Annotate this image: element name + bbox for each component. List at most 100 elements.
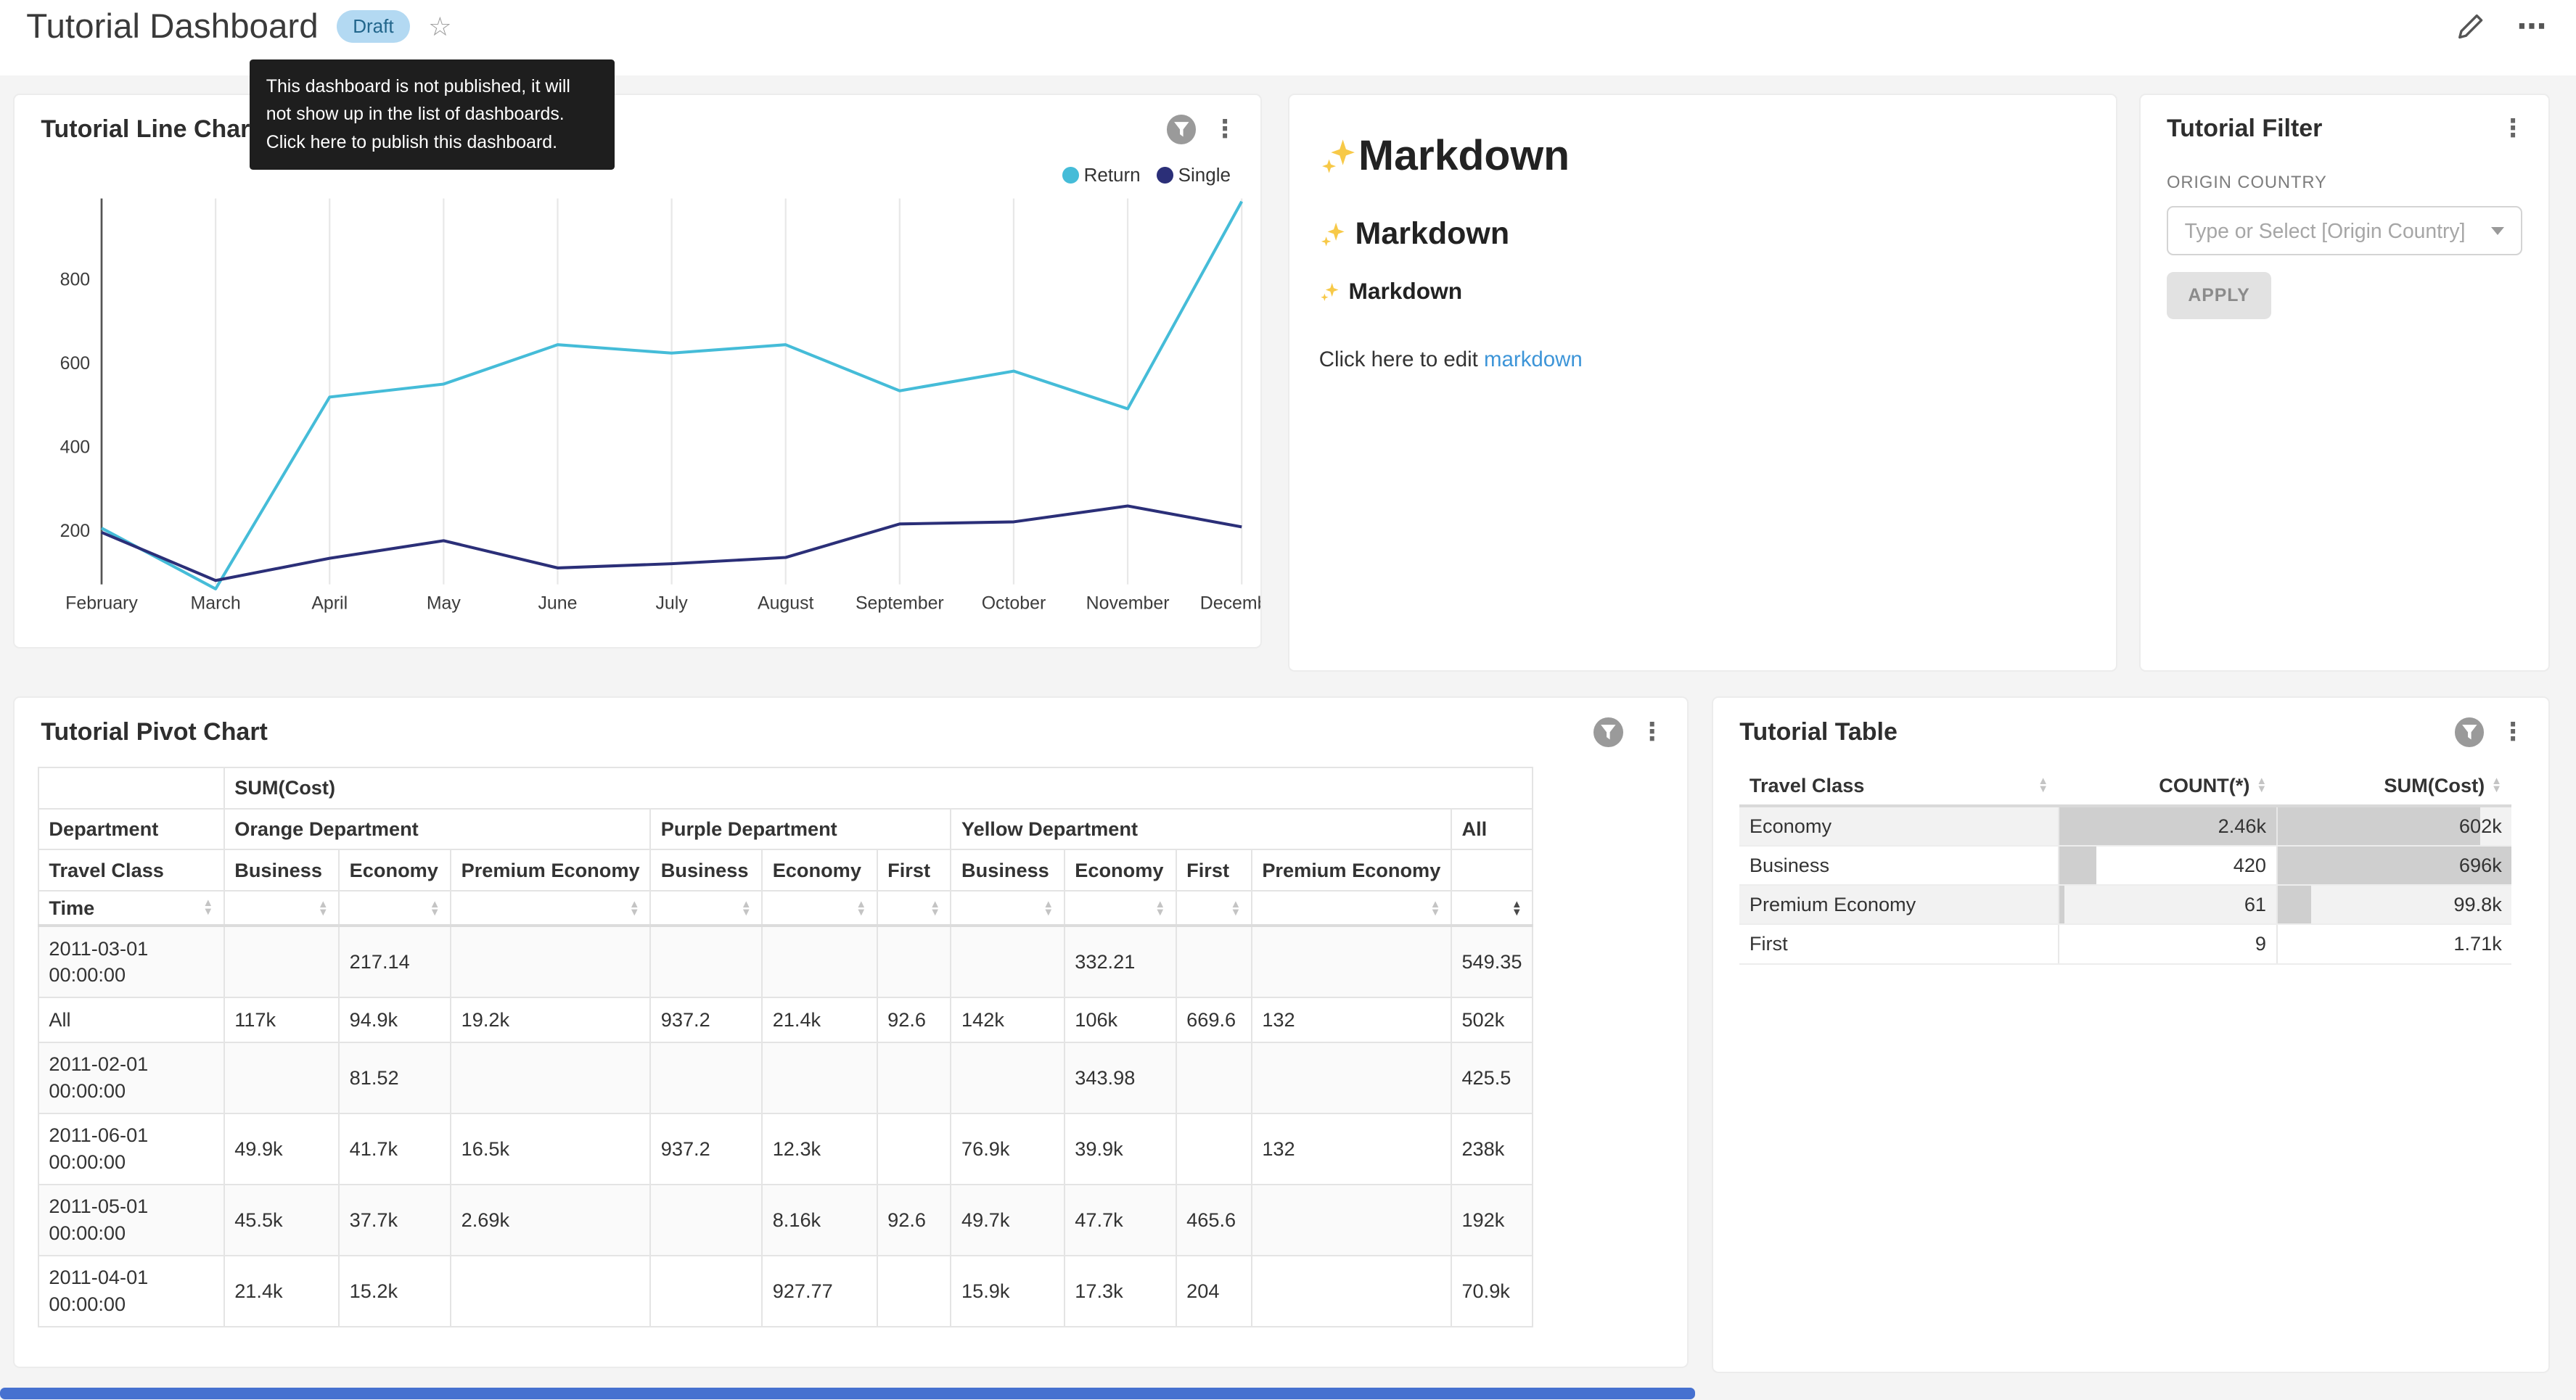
sort-active-icon[interactable]: ▲▼ <box>1511 901 1522 918</box>
sort-icon[interactable]: ▲▼ <box>741 901 752 918</box>
sort-icon[interactable]: ▲▼ <box>1430 901 1441 918</box>
pivot-cell: 425.5 <box>1451 1042 1533 1113</box>
pivot-subcolumn-header: Economy <box>762 849 877 891</box>
sparkles-icon <box>1319 220 1347 247</box>
pivot-cell <box>1252 1042 1451 1113</box>
table-header-travel-class[interactable]: Travel Class▲▼ <box>1739 767 2058 806</box>
count-bar <box>2059 886 2064 923</box>
pivot-sort-cell[interactable]: ▲▼ <box>1065 891 1176 926</box>
table-cell-travel-class: Premium Economy <box>1739 885 2058 924</box>
pivot-cell: 94.9k <box>339 997 451 1042</box>
sort-icon[interactable]: ▲▼ <box>430 901 440 918</box>
pivot-cell: 217.14 <box>339 926 451 997</box>
pivot-cell <box>951 1042 1064 1113</box>
pivot-cell: 106k <box>1065 997 1176 1042</box>
filter-indicator-icon[interactable] <box>1167 115 1197 144</box>
table-cell-travel-class: Economy <box>1739 806 2058 845</box>
pivot-kebab-icon[interactable]: ⋮ <box>1640 721 1665 744</box>
pivot-sort-cell[interactable]: ▲▼ <box>877 891 951 926</box>
sort-icon[interactable]: ▲▼ <box>318 901 329 918</box>
pivot-row-dimension[interactable]: Time▲▼ <box>38 891 224 926</box>
svg-text:November: November <box>1086 593 1170 614</box>
more-menu-icon[interactable]: ⋯ <box>2516 18 2546 35</box>
pivot-cell <box>1176 1042 1252 1113</box>
pivot-sort-cell[interactable]: ▲▼ <box>951 891 1064 926</box>
table-cell-sum: 696k <box>2277 846 2512 885</box>
pivot-cell: 937.2 <box>650 997 762 1042</box>
table-header-count[interactable]: COUNT(*)▲▼ <box>2059 767 2277 806</box>
pivot-row-label: 2011-02-01 00:00:00 <box>38 1042 224 1113</box>
pivot-sort-cell[interactable]: ▲▼ <box>1176 891 1252 926</box>
pivot-cell: 2.69k <box>451 1185 650 1256</box>
draft-badge[interactable]: Draft <box>337 10 411 43</box>
pivot-cell: 204 <box>1176 1256 1252 1327</box>
pivot-card-title: Tutorial Pivot Chart <box>41 718 1577 746</box>
pivot-sort-cell[interactable]: ▲▼ <box>650 891 762 926</box>
y-axis-labels: 200400600800 <box>60 270 91 541</box>
pivot-group-header: Yellow Department <box>951 809 1451 850</box>
pivot-group-header: All <box>1451 809 1533 850</box>
favorite-star-icon[interactable]: ☆ <box>428 11 451 42</box>
pivot-row: 2011-04-01 00:00:0021.4k15.2k927.7715.9k… <box>38 1256 1533 1327</box>
markdown-edit-link[interactable]: markdown <box>1484 347 1583 371</box>
pivot-cell <box>650 926 762 997</box>
sort-icon[interactable]: ▲▼ <box>1043 901 1054 918</box>
sort-icon[interactable]: ▲▼ <box>1154 901 1165 918</box>
sort-icon[interactable]: ▲▼ <box>856 901 866 918</box>
origin-country-label: ORIGIN COUNTRY <box>2167 173 2522 193</box>
pivot-sort-cell[interactable]: ▲▼ <box>1252 891 1451 926</box>
pivot-cell: 49.9k <box>224 1113 339 1185</box>
sort-icon[interactable]: ▲▼ <box>2256 778 2267 794</box>
origin-country-select[interactable]: Type or Select [Origin Country] <box>2167 206 2522 255</box>
pivot-cell: 465.6 <box>1176 1185 1252 1256</box>
tutorial-table: Travel Class▲▼COUNT(*)▲▼SUM(Cost)▲▼ Econo… <box>1739 767 2511 965</box>
pivot-cell <box>1176 926 1252 997</box>
apply-button[interactable]: APPLY <box>2167 272 2271 319</box>
pivot-subcolumn-header <box>1451 849 1533 891</box>
pivot-cell: 45.5k <box>224 1185 339 1256</box>
svg-text:July: July <box>656 593 689 614</box>
pivot-cell: 81.52 <box>339 1042 451 1113</box>
sort-icon[interactable]: ▲▼ <box>2491 778 2502 794</box>
table-kebab-icon[interactable]: ⋮ <box>2501 721 2525 744</box>
legend-item-single[interactable]: Single <box>1150 164 1237 186</box>
filter-kebab-icon[interactable]: ⋮ <box>2501 118 2525 141</box>
edit-pencil-icon[interactable] <box>2458 13 2484 39</box>
markdown-heading-2: Markdown <box>1319 216 2087 252</box>
pivot-subcolumn-header: Economy <box>1065 849 1176 891</box>
filter-indicator-icon[interactable] <box>1593 717 1623 747</box>
pivot-sort-cell[interactable]: ▲▼ <box>451 891 650 926</box>
pivot-cell: 16.5k <box>451 1113 650 1185</box>
pivot-cell: 927.77 <box>762 1256 877 1327</box>
pivot-sort-cell[interactable]: ▲▼ <box>762 891 877 926</box>
origin-country-placeholder: Type or Select [Origin Country] <box>2185 219 2482 243</box>
table-cell-count: 2.46k <box>2059 806 2277 845</box>
pivot-cell: 937.2 <box>650 1113 762 1185</box>
pivot-cell: 47.7k <box>1065 1185 1176 1256</box>
pivot-cell: 21.4k <box>762 997 877 1042</box>
pivot-cell: 17.3k <box>1065 1256 1176 1327</box>
sort-icon[interactable]: ▲▼ <box>629 901 640 918</box>
pivot-sort-cell[interactable]: ▲▼ <box>224 891 339 926</box>
pivot-cell <box>224 926 339 997</box>
pivot-row: All117k94.9k19.2k937.221.4k92.6142k106k6… <box>38 997 1533 1042</box>
svg-text:200: 200 <box>60 521 91 541</box>
pivot-subcolumn-header: Premium Economy <box>1252 849 1451 891</box>
chart-kebab-icon[interactable]: ⋮ <box>1213 118 1237 141</box>
legend-item-return[interactable]: Return <box>1056 164 1147 186</box>
horizontal-scrollbar[interactable] <box>0 1388 1695 1399</box>
sort-icon[interactable]: ▲▼ <box>202 899 213 916</box>
sort-icon[interactable]: ▲▼ <box>930 901 940 918</box>
pivot-sort-cell[interactable]: ▲▼ <box>339 891 451 926</box>
filter-indicator-icon[interactable] <box>2455 717 2485 747</box>
pivot-row: 2011-05-01 00:00:0045.5k37.7k2.69k8.16k9… <box>38 1185 1533 1256</box>
pivot-sort-cell[interactable]: ▲▼ <box>1451 891 1533 926</box>
sort-icon[interactable]: ▲▼ <box>1231 901 1242 918</box>
pivot-subcolumn-header: Economy <box>339 849 451 891</box>
pivot-cell <box>451 926 650 997</box>
pivot-cell <box>1176 1113 1252 1185</box>
pivot-cell: 238k <box>1451 1113 1533 1185</box>
table-header-sum-cost[interactable]: SUM(Cost)▲▼ <box>2277 767 2512 806</box>
draft-tooltip: This dashboard is not published, it will… <box>250 59 615 170</box>
sort-icon[interactable]: ▲▼ <box>2038 778 2048 794</box>
